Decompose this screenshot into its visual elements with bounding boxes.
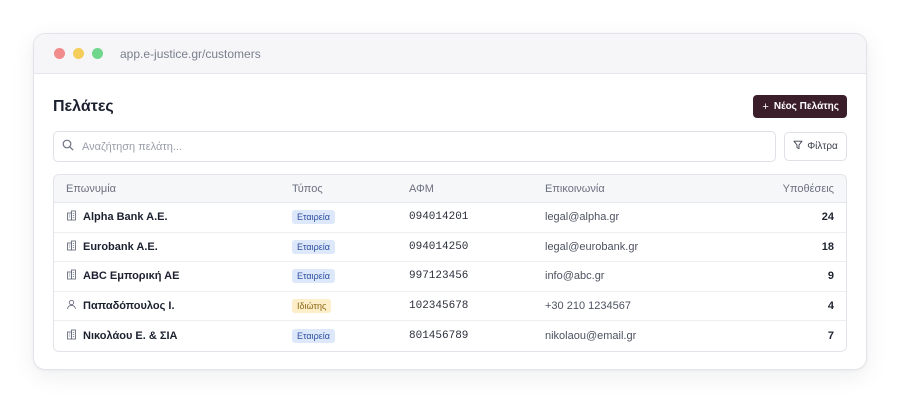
cases-cell: 4	[827, 299, 834, 312]
contact-cell: nikolaou@email.gr	[545, 329, 637, 342]
table-header: Επωνυμία Τύπος ΑΦΜ Επικοινωνία Υποθέσεις	[54, 175, 846, 203]
search-icon	[62, 138, 82, 156]
filters-label: Φίλτρα	[807, 141, 838, 152]
building-icon	[66, 210, 77, 224]
type-badge: Εταιρεία	[292, 328, 335, 343]
contact-cell: legal@eurobank.gr	[545, 240, 639, 253]
type-badge: Εταιρεία	[292, 210, 335, 225]
name-cell: Eurobank A.E.	[54, 240, 280, 254]
name-cell: Alpha Bank A.E.	[54, 210, 280, 224]
name-cell: Παπαδόπουλος Ι.	[54, 299, 280, 313]
afm-cell: 997123456	[409, 270, 469, 283]
table-row[interactable]: Παπαδόπουλος Ι. Ιδιώτης 102345678 +30 21…	[54, 292, 846, 321]
table-row[interactable]: Eurobank A.E. Εταιρεία 094014250 legal@e…	[54, 233, 846, 262]
afm-cell: 094014201	[409, 211, 469, 224]
contact-cell: +30 210 1234567	[545, 299, 631, 312]
header-contact[interactable]: Επικοινωνία	[533, 183, 713, 195]
close-window-dot[interactable]	[54, 48, 65, 59]
building-icon	[66, 329, 77, 343]
customer-name[interactable]: Νικολάου Ε. & ΣΙΑ	[83, 330, 177, 342]
afm-cell: 801456789	[409, 329, 469, 342]
search-box[interactable]	[53, 131, 776, 162]
type-badge: Εταιρεία	[292, 269, 335, 284]
new-customer-button[interactable]: + Νέος Πελάτης	[753, 95, 847, 118]
title-bar: app.e-justice.gr/customers	[34, 34, 866, 74]
page-title: Πελάτες	[53, 97, 114, 115]
filter-icon	[793, 140, 807, 153]
table-row[interactable]: Νικολάου Ε. & ΣΙΑ Εταιρεία 801456789 nik…	[54, 321, 846, 351]
building-icon	[66, 269, 77, 283]
name-cell: Νικολάου Ε. & ΣΙΑ	[54, 329, 280, 343]
minimize-window-dot[interactable]	[73, 48, 84, 59]
new-customer-label: Νέος Πελάτης	[773, 101, 839, 112]
type-badge: Εταιρεία	[292, 239, 335, 254]
maximize-window-dot[interactable]	[92, 48, 103, 59]
name-cell: ABC Εμπορική ΑΕ	[54, 269, 280, 283]
address-url[interactable]: app.e-justice.gr/customers	[120, 47, 261, 61]
customer-name[interactable]: ABC Εμπορική ΑΕ	[83, 270, 179, 282]
customer-name[interactable]: Eurobank A.E.	[83, 241, 158, 253]
contact-cell: info@abc.gr	[545, 270, 605, 283]
cases-cell: 7	[827, 329, 834, 342]
customer-name[interactable]: Παπαδόπουλος Ι.	[83, 300, 175, 312]
type-cell: Εταιρεία	[280, 239, 397, 254]
cases-cell: 9	[827, 270, 834, 283]
contact-cell: legal@alpha.gr	[545, 211, 620, 224]
header-afm[interactable]: ΑΦΜ	[397, 183, 533, 195]
customers-table: Επωνυμία Τύπος ΑΦΜ Επικοινωνία Υποθέσεις…	[53, 174, 847, 352]
plus-icon: +	[762, 100, 769, 113]
type-badge: Ιδιώτης	[292, 298, 332, 313]
header-cases[interactable]: Υποθέσεις	[713, 183, 846, 195]
table-row[interactable]: ABC Εμπορική ΑΕ Εταιρεία 997123456 info@…	[54, 262, 846, 292]
cases-cell: 18	[821, 240, 834, 253]
type-cell: Εταιρεία	[280, 328, 397, 343]
search-input[interactable]	[82, 140, 742, 153]
header-name[interactable]: Επωνυμία	[54, 183, 280, 195]
customer-name[interactable]: Alpha Bank A.E.	[83, 211, 168, 223]
browser-window: app.e-justice.gr/customers Πελάτες + Νέο…	[33, 33, 867, 370]
person-icon	[66, 299, 77, 313]
type-cell: Ιδιώτης	[280, 298, 397, 313]
filters-button[interactable]: Φίλτρα	[784, 132, 847, 161]
search-toolbar: Φίλτρα	[53, 131, 847, 162]
type-cell: Εταιρεία	[280, 210, 397, 225]
afm-cell: 094014250	[409, 240, 469, 253]
main-content: Πελάτες + Νέος Πελάτης Φίλτρα	[34, 95, 866, 352]
table-row[interactable]: Alpha Bank A.E. Εταιρεία 094014201 legal…	[54, 203, 846, 233]
header-type[interactable]: Τύπος	[280, 183, 397, 195]
page-header: Πελάτες + Νέος Πελάτης	[53, 95, 847, 118]
cases-cell: 24	[821, 211, 834, 224]
building-icon	[66, 240, 77, 254]
type-cell: Εταιρεία	[280, 269, 397, 284]
afm-cell: 102345678	[409, 299, 469, 312]
